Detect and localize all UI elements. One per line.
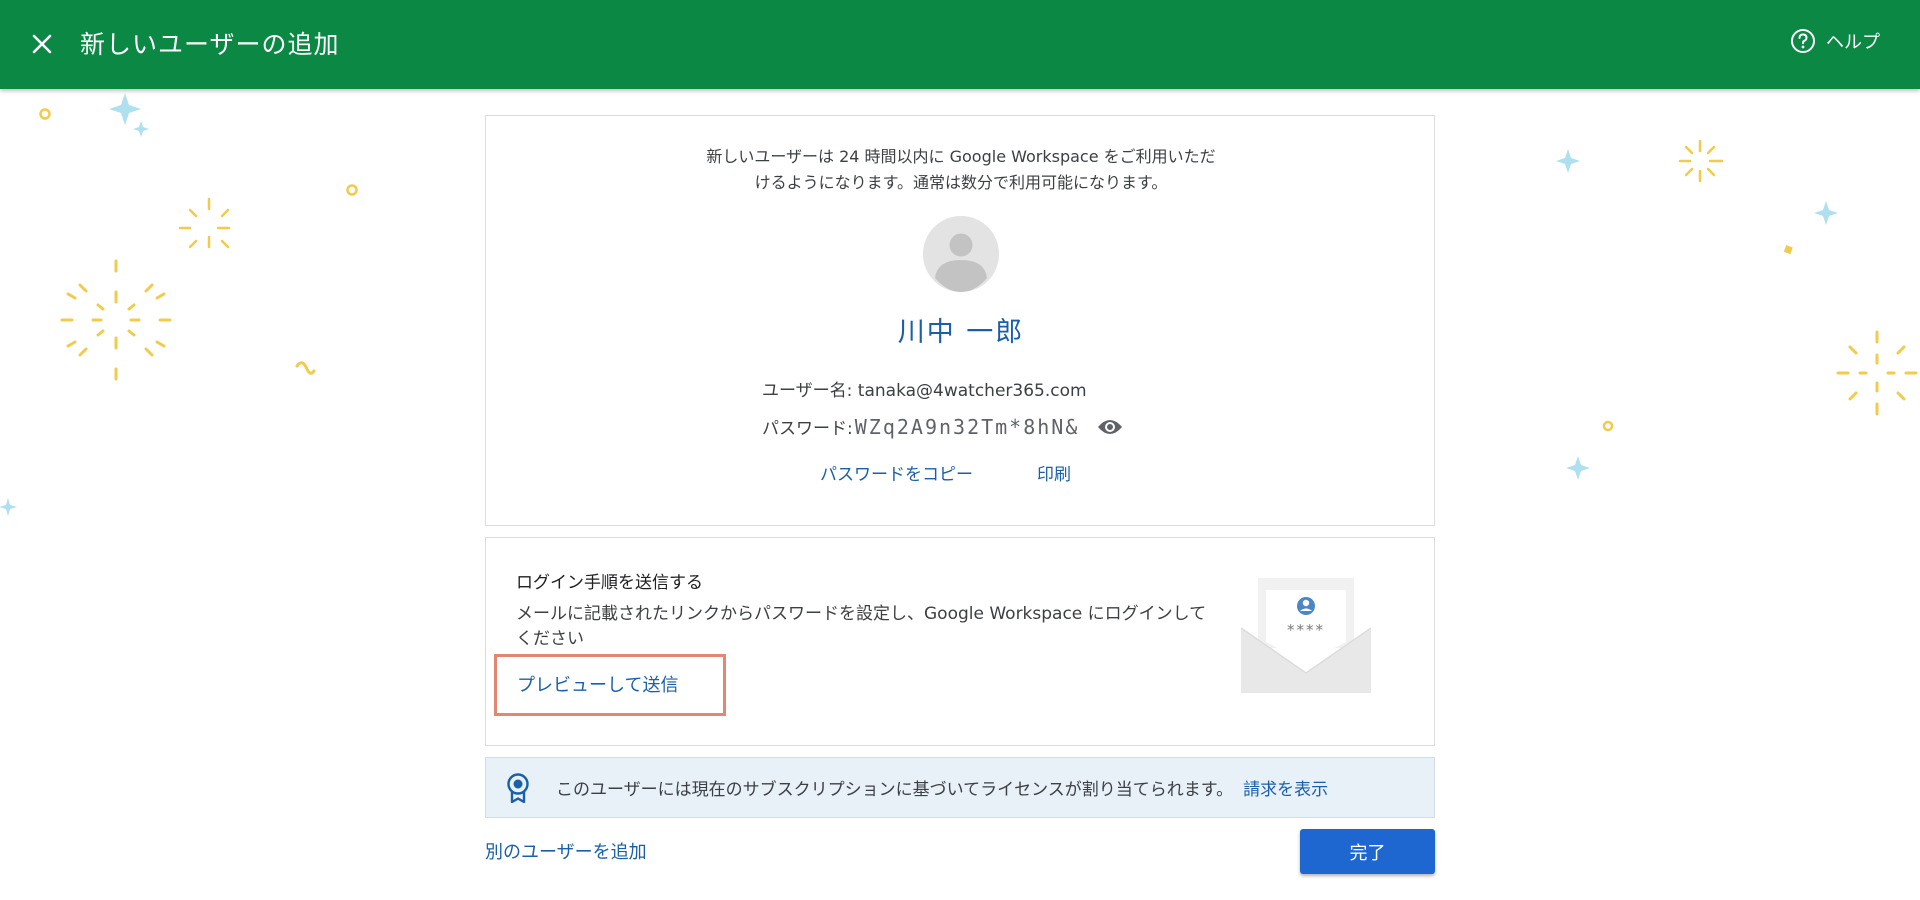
- password-row: パスワード: WZq2A9n32Tm*8hN&: [762, 414, 1123, 439]
- license-text: このユーザーには現在のサブスクリプションに基づいてライセンスが割り当てられます。: [556, 780, 1234, 800]
- eye-icon[interactable]: [1097, 418, 1123, 436]
- intro-line-2: けるようになります。通常は数分で利用可能になります。: [754, 173, 1168, 192]
- add-another-user-link[interactable]: 別のユーザーを追加: [485, 838, 647, 864]
- username-row: ユーザー名: tanaka@4watcher365.com: [762, 376, 1087, 401]
- add-user-page: 新しいユーザーの追加 ヘルプ 新しいユーザーは 24 時間以内に Google …: [0, 0, 1920, 900]
- preview-and-send-link[interactable]: プレビューして送信: [494, 654, 726, 716]
- person-avatar-icon: [923, 216, 999, 292]
- license-banner: このユーザーには現在のサブスクリプションに基づいてライセンスが割り当てられます。…: [485, 757, 1435, 818]
- help-circle-icon: [1791, 29, 1815, 53]
- header-bar: 新しいユーザーの追加 ヘルプ: [0, 0, 1920, 89]
- print-link[interactable]: 印刷: [1037, 460, 1071, 485]
- login-instructions-card: ログイン手順を送信する メールに記載されたリンクからパスワードを設定し、Goog…: [485, 537, 1435, 746]
- password-label: パスワード:: [762, 419, 853, 439]
- help-button[interactable]: ヘルプ: [1790, 28, 1880, 54]
- new-user-info-card: 新しいユーザーは 24 時間以内に Google Workspace をご利用い…: [485, 115, 1435, 526]
- intro-line-1: 新しいユーザーは 24 時間以内に Google Workspace をご利用い…: [706, 147, 1216, 166]
- envelope-icon: ****: [1240, 578, 1372, 697]
- username-value: tanaka@4watcher365.com: [857, 381, 1087, 401]
- password-value: WZq2A9n32Tm*8hN&: [854, 414, 1080, 439]
- login-instructions-description: メールに記載されたリンクからパスワードを設定し、Google Workspace…: [516, 604, 1207, 649]
- intro-text: 新しいユーザーは 24 時間以内に Google Workspace をご利用い…: [486, 144, 1436, 196]
- page-title: 新しいユーザーの追加: [80, 30, 340, 59]
- copy-password-link[interactable]: パスワードをコピー: [820, 460, 973, 485]
- done-button[interactable]: 完了: [1300, 829, 1435, 874]
- close-icon[interactable]: [24, 26, 60, 62]
- envelope-password-mask: ****: [1287, 621, 1325, 639]
- login-instructions-title: ログイン手順を送信する: [516, 573, 703, 593]
- view-billing-link[interactable]: 請求を表示: [1243, 775, 1328, 800]
- username-label: ユーザー名:: [762, 381, 853, 401]
- help-label: ヘルプ: [1826, 32, 1880, 53]
- license-badge-icon: [506, 772, 530, 803]
- user-display-name: 川中 一郎: [897, 317, 1025, 348]
